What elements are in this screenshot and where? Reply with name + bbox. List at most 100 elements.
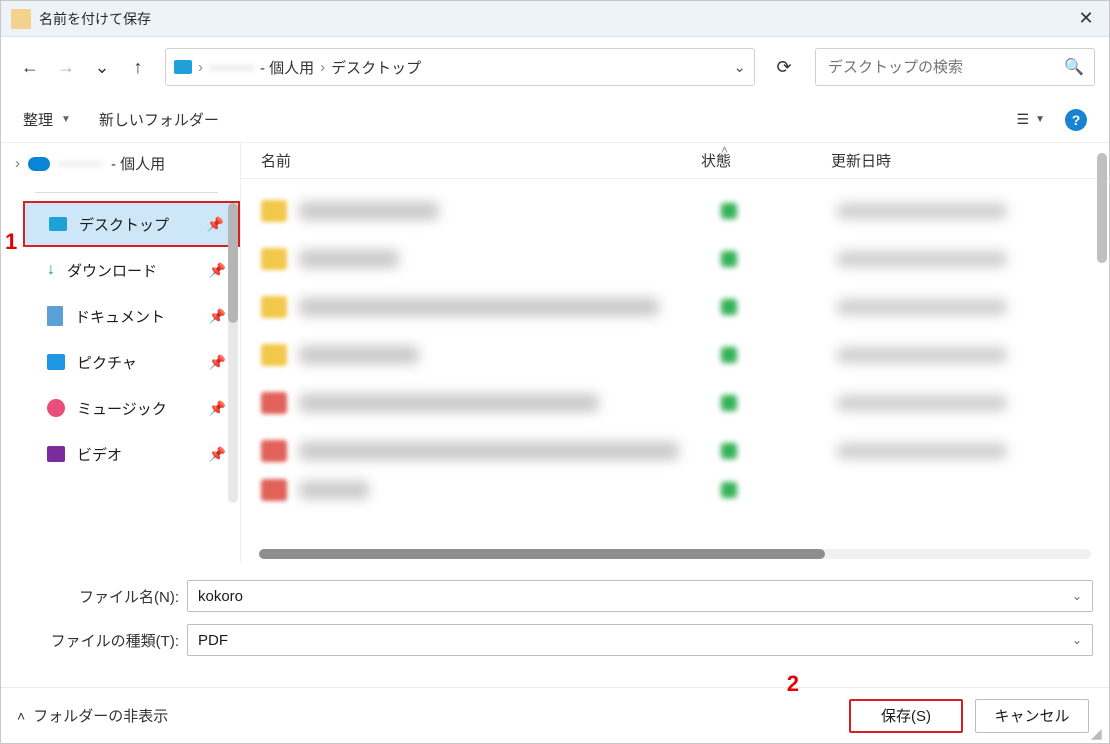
- blurred-date: [837, 203, 1007, 219]
- chevron-down-icon: ▼: [61, 114, 71, 125]
- column-name[interactable]: 名前: [241, 150, 681, 171]
- resize-grip[interactable]: ◢: [1091, 725, 1105, 739]
- sort-indicator-icon: ˄: [721, 143, 728, 157]
- dialog-body: › ——— - 個人用 1 デスクトップ 📌 ↓ ダウンロード 📌 ドキュメント…: [1, 143, 1109, 563]
- breadcrumb-sep-icon: ›: [320, 59, 325, 76]
- filetype-value: PDF: [198, 632, 228, 649]
- filetype-row: ファイルの種類(T): PDF ⌄: [17, 621, 1093, 659]
- up-button[interactable]: ↑: [123, 52, 153, 82]
- video-icon: [47, 446, 65, 462]
- status-badge: [721, 299, 737, 315]
- list-item[interactable]: [241, 379, 1109, 427]
- help-button[interactable]: ?: [1065, 109, 1087, 131]
- filetype-label: ファイルの種類(T):: [17, 630, 187, 651]
- blurred-filename: [299, 250, 399, 268]
- folder-icon: [261, 248, 287, 270]
- sidebar-item-downloads[interactable]: ↓ ダウンロード 📌: [23, 247, 240, 293]
- file-icon: [261, 479, 287, 501]
- blurred-date: [837, 443, 1007, 459]
- status-badge: [721, 395, 737, 411]
- address-dropdown-icon[interactable]: ⌄: [733, 58, 746, 76]
- list-item[interactable]: [241, 427, 1109, 475]
- column-status[interactable]: 状態: [681, 150, 811, 171]
- title-bar: 名前を付けて保存 ✕: [1, 1, 1109, 37]
- sidebar-item-label: デスクトップ: [79, 214, 169, 235]
- button-bar: ˄ フォルダーの非表示 2 保存(S) キャンセル ◢: [1, 687, 1109, 743]
- navigation-bar: ← → ⌄ ↑ › ——— - 個人用 › デスクトップ ⌄ ⟳ 🔍: [1, 37, 1109, 97]
- chevron-down-icon[interactable]: ⌄: [1072, 589, 1082, 603]
- navigation-pane: › ——— - 個人用 1 デスクトップ 📌 ↓ ダウンロード 📌 ドキュメント…: [1, 143, 241, 563]
- cancel-button[interactable]: キャンセル: [975, 699, 1089, 733]
- column-date[interactable]: 更新日時: [811, 150, 1109, 171]
- blurred-date: [837, 299, 1007, 315]
- breadcrumb-root[interactable]: ———: [209, 59, 254, 76]
- breadcrumb-sep-icon: ›: [198, 59, 203, 76]
- breadcrumb-current[interactable]: デスクトップ: [331, 57, 421, 78]
- back-button[interactable]: ←: [15, 52, 45, 82]
- sidebar-item-documents[interactable]: ドキュメント 📌: [23, 293, 240, 339]
- folder-icon: [261, 344, 287, 366]
- view-options-button[interactable]: ☰ ▼: [1017, 111, 1045, 128]
- chevron-down-icon: ▼: [1035, 114, 1045, 125]
- organize-label: 整理: [23, 109, 53, 130]
- tree-root[interactable]: › ——— - 個人用: [1, 143, 240, 188]
- filename-label: ファイル名(N):: [17, 586, 187, 607]
- save-button-label: 保存(S): [881, 705, 931, 726]
- search-icon[interactable]: 🔍: [1064, 57, 1084, 77]
- pin-icon: 📌: [207, 216, 224, 233]
- sidebar-item-label: ドキュメント: [75, 306, 165, 327]
- refresh-button[interactable]: ⟳: [765, 48, 803, 86]
- cancel-button-label: キャンセル: [994, 705, 1069, 726]
- desktop-icon: [49, 217, 67, 231]
- forward-button[interactable]: →: [51, 52, 81, 82]
- chevron-up-icon: ˄: [17, 708, 25, 724]
- search-input[interactable]: [826, 58, 1064, 77]
- sidebar-item-label: ビデオ: [77, 444, 122, 465]
- blurred-date: [837, 251, 1007, 267]
- list-view-icon: ☰: [1017, 111, 1030, 128]
- list-item[interactable]: [241, 283, 1109, 331]
- list-header: 名前 状態 更新日時: [241, 143, 1109, 179]
- filename-section: ファイル名(N): kokoro ⌄ ファイルの種類(T): PDF ⌄: [1, 563, 1109, 675]
- status-badge: [721, 443, 737, 459]
- list-item[interactable]: [241, 235, 1109, 283]
- close-button[interactable]: ✕: [1063, 1, 1109, 37]
- sidebar-item-music[interactable]: ミュージック 📌: [23, 385, 240, 431]
- filename-input[interactable]: kokoro ⌄: [187, 580, 1093, 612]
- hide-folders-label: フォルダーの非表示: [33, 705, 168, 726]
- filename-row: ファイル名(N): kokoro ⌄: [17, 577, 1093, 615]
- filetype-select[interactable]: PDF ⌄: [187, 624, 1093, 656]
- sidebar-item-desktop[interactable]: デスクトップ 📌: [23, 201, 240, 247]
- file-list: ˄ 名前 状態 更新日時: [241, 143, 1109, 563]
- organize-menu[interactable]: 整理 ▼: [23, 109, 71, 130]
- pin-icon: 📌: [209, 262, 226, 279]
- music-icon: [47, 399, 65, 417]
- annotation-marker-2: 2: [787, 671, 799, 697]
- vertical-scrollbar[interactable]: [1097, 153, 1107, 263]
- location-icon: [174, 60, 192, 74]
- status-badge: [721, 482, 737, 498]
- horizontal-scrollbar[interactable]: [259, 549, 1091, 559]
- sidebar-item-pictures[interactable]: ピクチャ 📌: [23, 339, 240, 385]
- list-item[interactable]: [241, 475, 1109, 505]
- pin-icon: 📌: [209, 400, 226, 417]
- address-bar[interactable]: › ——— - 個人用 › デスクトップ ⌄: [165, 48, 755, 86]
- cloud-icon: [28, 157, 50, 171]
- list-item[interactable]: [241, 187, 1109, 235]
- status-badge: [721, 347, 737, 363]
- folder-icon: [261, 200, 287, 222]
- navpane-scrollbar[interactable]: [228, 203, 238, 503]
- hide-folders-button[interactable]: ˄ フォルダーの非表示: [17, 705, 168, 726]
- new-folder-label: 新しいフォルダー: [99, 109, 219, 130]
- filename-value: kokoro: [198, 588, 243, 605]
- sidebar-item-videos[interactable]: ビデオ 📌: [23, 431, 240, 477]
- tree-root-suffix: - 個人用: [111, 153, 165, 174]
- list-item[interactable]: [241, 331, 1109, 379]
- blurred-filename: [299, 442, 679, 460]
- breadcrumb-personal[interactable]: - 個人用: [260, 57, 314, 78]
- chevron-down-icon[interactable]: ⌄: [1072, 633, 1082, 647]
- recent-locations-button[interactable]: ⌄: [87, 52, 117, 82]
- save-button[interactable]: 保存(S): [849, 699, 963, 733]
- new-folder-button[interactable]: 新しいフォルダー: [99, 109, 219, 130]
- search-box[interactable]: 🔍: [815, 48, 1095, 86]
